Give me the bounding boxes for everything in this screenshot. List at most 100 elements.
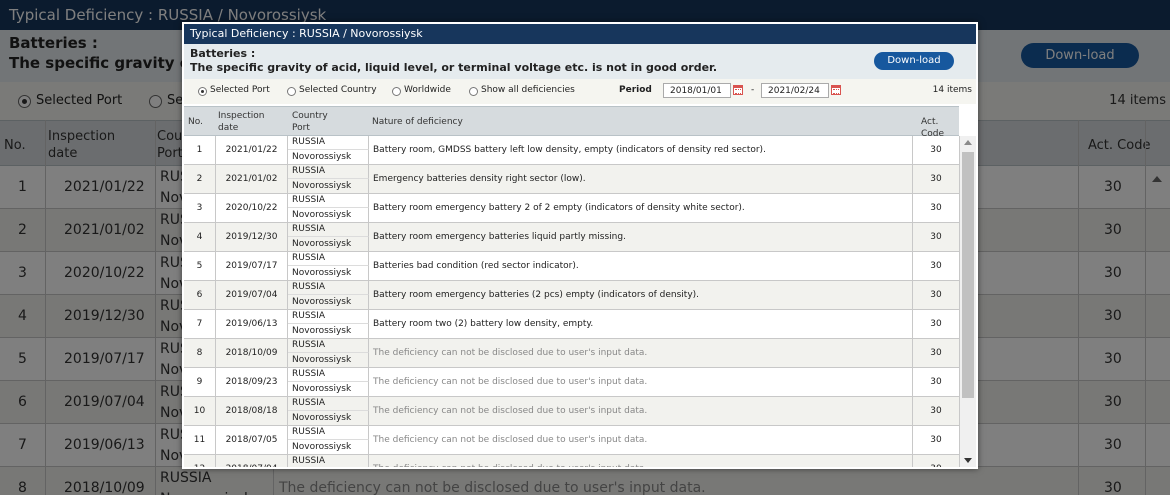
row-act-code: 30 [930,406,942,416]
row-inspection-date: 2018/07/05 [216,426,288,454]
row-country: RUSSIA [288,455,369,467]
row-port: Novorossiysk [288,266,369,280]
radio-selected-country[interactable] [287,87,296,96]
table-row[interactable]: 4 2019/12/30 RUSSIA Novorossiysk Battery roo… [184,223,959,252]
row-act-code: 30 [930,319,942,329]
row-nature: The deficiency can not be disclosed due … [369,339,913,367]
row-act-code: 30 [930,232,942,242]
row-port: Novorossiysk [288,353,369,367]
row-inspection-date: 2018/09/23 [216,368,288,396]
period-from-input[interactable]: 2018/01/01 [663,83,731,98]
row-nature: Battery room emergency batteries (2 pcs)… [369,281,913,309]
radio-worldwide[interactable] [392,87,401,96]
header-nature: Nature of deficiency [372,117,463,127]
row-country: RUSSIA [288,165,369,179]
row-nature: Batteries bad condition (red sector indi… [369,252,913,280]
filter-bar: Selected Port Selected Country Worldwide… [184,79,976,104]
table-header: No. Inspection date Country Port Nature … [184,106,959,139]
table-row[interactable]: 7 2019/06/13 RUSSIA Novorossiysk Battery roo… [184,310,959,339]
row-number: 9 [184,368,216,396]
table-row[interactable]: 6 2019/07/04 RUSSIA Novorossiysk Battery roo… [184,281,959,310]
radio-selected-port[interactable] [198,87,207,96]
table-row[interactable]: 3 2020/10/22 RUSSIA Novorossiysk Battery roo… [184,194,959,223]
row-country: RUSSIA [288,339,369,353]
row-country: RUSSIA [288,223,369,237]
row-nature: Battery room two (2) battery low density… [369,310,913,338]
row-act-code: 30 [930,290,942,300]
calendar-icon[interactable] [733,85,743,95]
row-number: 7 [184,310,216,338]
row-inspection-date: 2018/10/09 [216,339,288,367]
row-port: Novorossiysk [288,324,369,338]
table-row[interactable]: 122018/07/04RUSSIANovorossiyskThe defici… [184,455,959,467]
row-country: RUSSIA [288,397,369,411]
row-inspection-date: 2019/07/17 [216,252,288,280]
items-count: 14 items [932,85,972,95]
row-inspection-date: 2018/07/04 [216,455,288,467]
row-number: 3 [184,194,216,222]
header-no: No. [188,117,203,127]
row-inspection-date: 2020/10/22 [216,194,288,222]
row-number: 11 [184,426,216,454]
table-row[interactable]: 2 2021/01/02 RUSSIA Novorossiysk Emergency b… [184,165,959,194]
deficiency-category: Batteries : [190,47,256,60]
table-row[interactable]: 10 2018/08/18 RUSSIA Novorossiysk The defici… [184,397,959,426]
row-port: Novorossiysk [288,179,369,193]
table-body: 1 2021/01/22 RUSSIA Novorossiysk Battery roo… [184,136,959,467]
row-inspection-date: 2019/07/04 [216,281,288,309]
row-country: RUSSIA [288,136,369,150]
table-row[interactable]: 1 2021/01/22 RUSSIA Novorossiysk Battery roo… [184,136,959,165]
row-country: RUSSIA [288,252,369,266]
row-inspection-date: 2018/08/18 [216,397,288,425]
scrollbar-thumb[interactable] [962,152,974,398]
table-row[interactable]: 11 2018/07/05 RUSSIA Novorossiysk The defici… [184,426,959,455]
row-act-code: 30 [930,203,942,213]
row-inspection-date: 2019/12/30 [216,223,288,251]
row-act-code: 30 [930,261,942,271]
row-number: 10 [184,397,216,425]
period-to-input[interactable]: 2021/02/24 [761,83,829,98]
scroll-up-arrow-icon[interactable] [964,140,972,145]
header-inspection-date: date [218,123,239,133]
row-port: Novorossiysk [288,382,369,396]
calendar-icon[interactable] [831,85,841,95]
row-nature: Battery room emergency batteries liquid … [369,223,913,251]
row-number: 12 [184,455,216,467]
row-country: RUSSIA [288,368,369,382]
radio-show-all[interactable] [469,87,478,96]
row-number: 2 [184,165,216,193]
row-inspection-date: 2021/01/22 [216,136,288,164]
row-port: Novorossiysk [288,150,369,164]
row-nature: Emergency batteries density right sector… [369,165,913,193]
row-inspection-date: 2021/01/02 [216,165,288,193]
header-port: Port [292,123,310,133]
modal-title: Typical Deficiency : RUSSIA / Novorossiy… [184,24,976,44]
radio-label-show-all[interactable]: Show all deficiencies [481,85,575,95]
header-inspection-date: Inspection [218,111,265,121]
table-row[interactable]: 9 2018/09/23 RUSSIA Novorossiysk The deficie… [184,368,959,397]
row-nature: Battery room, GMDSS battery left low den… [369,136,913,164]
row-country: RUSSIA [288,281,369,295]
table-row[interactable]: 8 2018/10/09 RUSSIA Novorossiysk The deficie… [184,339,959,368]
row-number: 5 [184,252,216,280]
modal-header: Batteries : The specific gravity of acid… [184,44,976,79]
row-country: RUSSIA [288,426,369,440]
period-separator: - [751,85,755,95]
radio-label-worldwide[interactable]: Worldwide [404,85,451,95]
row-port: Novorossiysk [288,237,369,251]
row-nature: The deficiency can not be disclosed due … [369,426,913,454]
table-scrollbar[interactable] [959,136,976,467]
download-button[interactable]: Down-load [874,52,954,70]
row-nature: The deficiency can not be disclosed due … [369,455,913,467]
deficiency-modal: Typical Deficiency : RUSSIA / Novorossiy… [182,22,978,469]
row-port: Novorossiysk [288,295,369,309]
row-country: RUSSIA [288,310,369,324]
scroll-down-arrow-icon[interactable] [964,458,972,463]
radio-label-selected-country[interactable]: Selected Country [299,85,377,95]
radio-label-selected-port[interactable]: Selected Port [210,85,270,95]
row-country: RUSSIA [288,194,369,208]
row-port: Novorossiysk [288,440,369,454]
table-row[interactable]: 5 2019/07/17 RUSSIA Novorossiysk Batteries b… [184,252,959,281]
row-nature: Battery room emergency battery 2 of 2 em… [369,194,913,222]
row-act-code: 30 [930,174,942,184]
